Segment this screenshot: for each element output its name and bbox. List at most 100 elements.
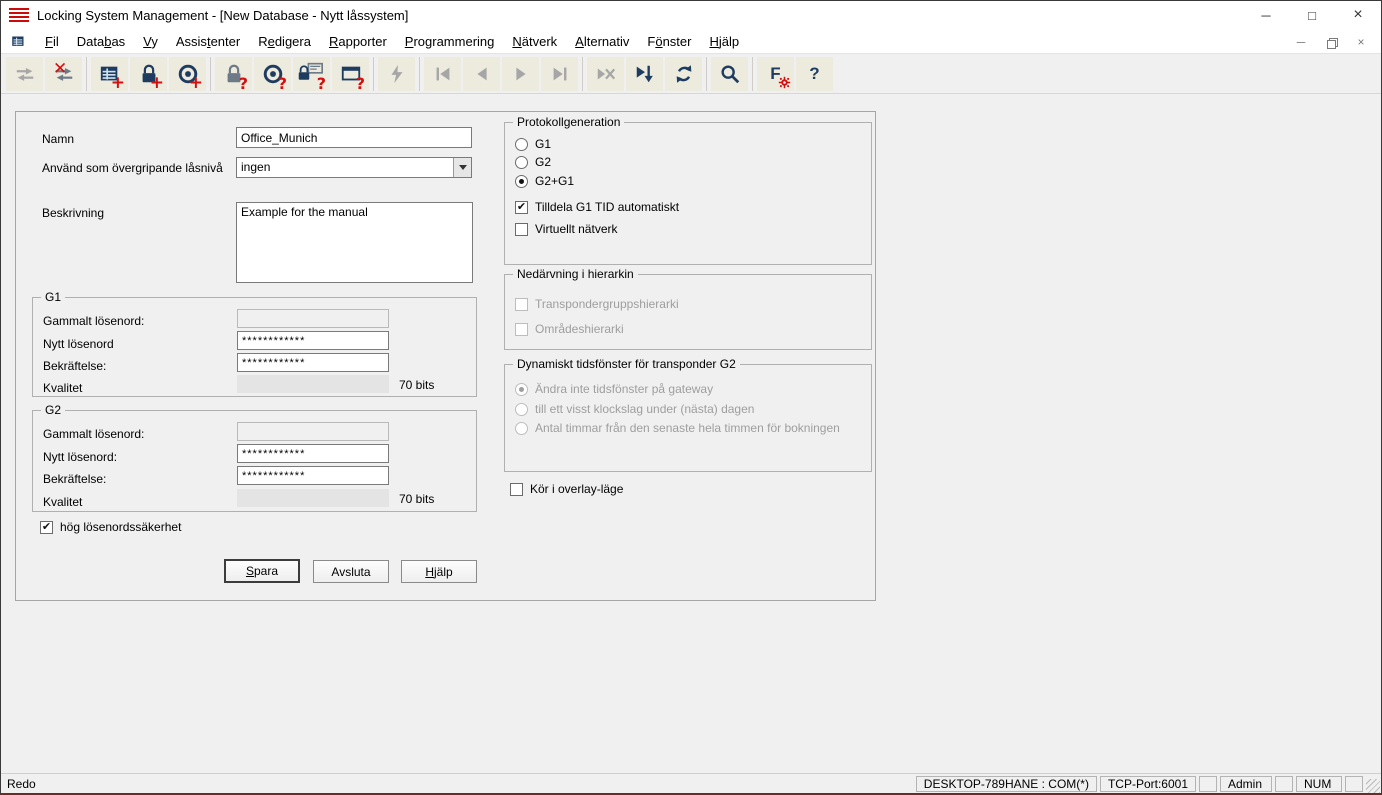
radio-icon [515,422,528,435]
menu-vy[interactable]: Vy [134,31,167,52]
dyn-no-change-radio: Ändra inte tidsfönster på gateway [515,382,713,396]
logout-x-icon: ✕ [53,61,67,78]
overarching-level-label: Använd som övergripande låsnivå [42,161,223,175]
search-button[interactable] [711,57,748,91]
first-record-button[interactable] [424,57,461,91]
g1-confirm-label: Bekräftelse: [43,359,106,373]
high-password-security-checkbox[interactable]: ✔ hög lösenordssäkerhet [40,520,181,534]
g1-new-password-input[interactable] [237,331,389,350]
g2-confirm-label: Bekräftelse: [43,472,106,486]
goto-record-button[interactable] [626,57,663,91]
maximize-button[interactable]: □ [1289,1,1335,29]
virtual-network-checkbox[interactable]: Virtuellt nätverk [515,222,617,236]
status-empty-1 [1199,776,1217,792]
mdi-document-icon [9,34,28,49]
new-transponder-button[interactable]: + [169,57,206,91]
read-g1-lock-button[interactable]: ? [293,57,330,91]
new-locking-system-button[interactable]: + [91,57,128,91]
minimize-button[interactable]: ─ [1243,1,1289,29]
status-tcp-port: TCP-Port:6001 [1100,776,1196,792]
next-record-button[interactable] [502,57,539,91]
menu-alternativ[interactable]: Alternativ [566,31,638,52]
program-button[interactable] [378,57,415,91]
g2-quality-bits: 70 bits [399,492,434,506]
radio-icon [515,138,528,151]
locking-system-properties-panel: Namn Använd som övergripande låsnivå ing… [15,111,876,601]
menu-fil[interactable]: Fil [36,31,68,52]
mdi-minimize-button[interactable]: ─ [1291,34,1311,50]
menu-bar: Fil Databas Vy Assistenter Redigera Rapp… [1,29,1381,54]
previous-record-button[interactable] [463,57,500,91]
new-lock-button[interactable]: + [130,57,167,91]
menu-natverk[interactable]: Nätverk [503,31,566,52]
assign-g1-tid-checkbox[interactable]: ✔Tilldela G1 TID automatiskt [515,200,679,214]
last-record-button[interactable] [541,57,578,91]
menu-redigera[interactable]: Redigera [249,31,320,52]
g1-quality-label: Kvalitet [43,381,82,395]
status-empty-2 [1275,776,1293,792]
description-label: Beskrivning [42,206,104,220]
app-window: Locking System Management - [New Databas… [0,0,1382,795]
protocol-g2-radio[interactable]: G2 [515,155,551,169]
overarching-level-value: ingen [237,158,453,177]
menu-fonster[interactable]: Fönster [638,31,700,52]
g1-confirm-input[interactable] [237,353,389,372]
title-bar: Locking System Management - [New Databas… [1,1,1381,29]
g2-new-password-input[interactable] [237,444,389,463]
help-button[interactable]: ? [796,57,833,91]
read-lock-button[interactable]: ? [215,57,252,91]
chevron-down-icon[interactable] [453,158,471,177]
protocol-g1-radio[interactable]: G1 [515,137,551,151]
checkbox-icon [515,298,528,311]
dyn-hours-radio: Antal timmar från den senaste hela timme… [515,421,840,435]
menu-hjalp[interactable]: Hjälp [700,31,748,52]
menu-programmering[interactable]: Programmering [396,31,504,52]
menu-databas[interactable]: Databas [68,31,134,52]
restore-icon [1327,38,1336,47]
name-label: Namn [42,132,74,146]
quit-button[interactable]: Avsluta [313,560,389,583]
protocol-g2g1-radio[interactable]: G2+G1 [515,174,574,188]
help-dialog-button[interactable]: Hjälp [401,560,477,583]
overarching-level-select[interactable]: ingen [236,157,472,178]
filter-settings-button[interactable]: F [757,57,794,91]
menu-rapporter[interactable]: Rapporter [320,31,396,52]
save-button[interactable]: Spara [224,559,300,583]
resize-grip[interactable] [1366,779,1380,793]
g1-old-password-label: Gammalt lösenord: [43,314,144,328]
g1-new-password-label: Nytt lösenord [43,337,114,351]
radio-icon [515,403,528,416]
checkbox-icon [510,483,523,496]
radio-icon [515,383,528,396]
g2-quality-bar [237,489,389,507]
g2-old-password-input [237,422,389,441]
g2-quality-label: Kvalitet [43,495,82,509]
read-transponder-button[interactable]: ? [254,57,291,91]
checkbox-icon [515,223,528,236]
database-logout-button[interactable]: ✕ [45,57,82,91]
mdi-restore-button[interactable] [1321,34,1341,50]
close-button[interactable]: × [1335,1,1381,29]
read-network-button[interactable]: ? [332,57,369,91]
status-empty-3 [1345,776,1363,792]
description-textarea[interactable]: Example for the manual [236,202,473,283]
remove-record-button[interactable] [587,57,624,91]
refresh-button[interactable] [665,57,702,91]
mdi-close-button[interactable]: × [1351,34,1371,50]
g2-new-password-label: Nytt lösenord: [43,450,117,464]
toolbar: ✕ + + + ? ? ? ? F ? [1,54,1381,94]
checkmark-icon: ✔ [515,201,528,214]
protocol-generation-group: Protokollgeneration G1 G2 G2+G1 ✔Tilldel… [504,122,872,265]
g1-old-password-input [237,309,389,328]
checkmark-icon: ✔ [40,521,53,534]
status-num-lock: NUM [1296,776,1342,792]
name-input[interactable] [236,127,472,148]
status-ready-text: Redo [1,777,916,791]
database-login-button[interactable] [6,57,43,91]
menu-assistenter[interactable]: Assistenter [167,31,249,52]
overlay-mode-checkbox[interactable]: Kör i overlay-läge [510,482,623,496]
g2-confirm-input[interactable] [237,466,389,485]
g2-group: G2 Gammalt lösenord: Nytt lösenord: Bekr… [32,410,477,512]
status-user: Admin [1220,776,1272,792]
g1-group: G1 Gammalt lösenord: Nytt lösenord Bekrä… [32,297,477,397]
